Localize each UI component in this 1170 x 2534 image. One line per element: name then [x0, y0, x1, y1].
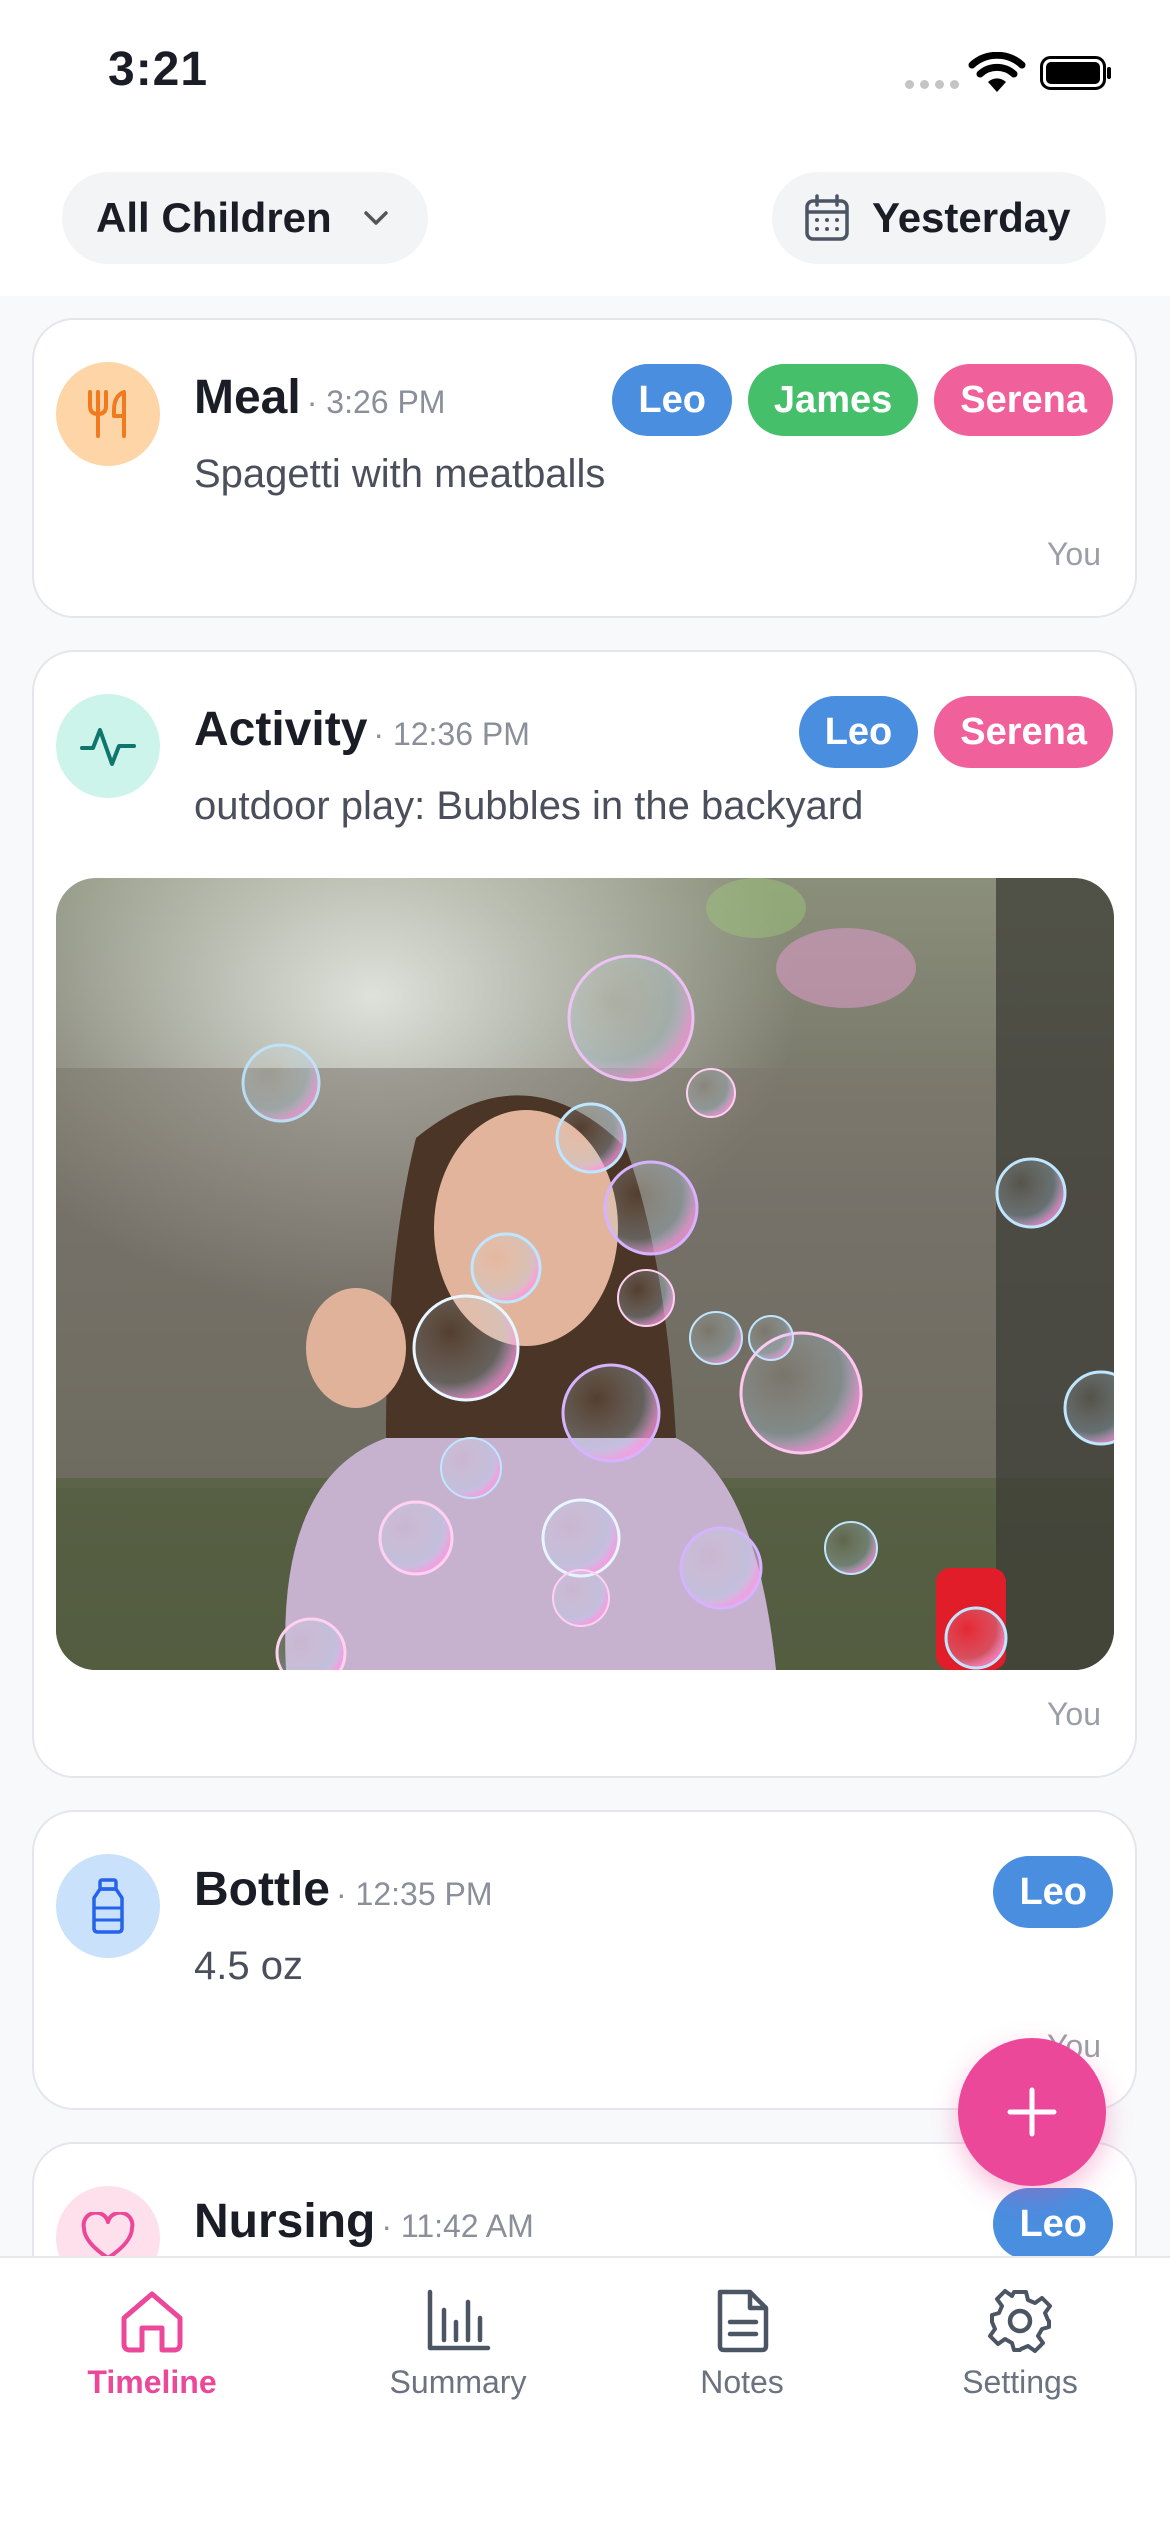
home-icon — [121, 2291, 183, 2353]
entry-time: · 11:42 AM — [381, 2208, 534, 2244]
activity-avatar — [56, 694, 160, 798]
tab-notes[interactable]: Notes — [622, 2288, 862, 2401]
meal-avatar — [56, 362, 160, 466]
child-tag-serena[interactable]: Serena — [934, 364, 1113, 436]
entry-description: Spagetti with meatballs — [194, 452, 606, 496]
activity-photo[interactable] — [56, 878, 1114, 1670]
tab-label: Timeline — [87, 2364, 217, 2400]
calendar-icon — [805, 194, 849, 241]
filter-bar: All Children Yesterday — [0, 150, 1170, 296]
chevron-down-icon — [364, 211, 388, 225]
entry-title: Meal · 3:26 PM — [194, 370, 445, 425]
bubbles-photo-image — [56, 878, 1114, 1670]
entry-description: outdoor play: Bubbles in the backyard — [194, 784, 864, 828]
timeline-entry-activity[interactable]: Activity · 12:36 PM outdoor play: Bubbles… — [32, 650, 1137, 1778]
tab-summary[interactable]: Summary — [338, 2288, 578, 2401]
document-icon — [717, 2289, 769, 2353]
tab-label: Notes — [700, 2364, 784, 2400]
add-entry-button[interactable] — [958, 2038, 1106, 2186]
entry-time: · 12:35 PM — [335, 1876, 493, 1912]
timeline-entry-meal[interactable]: Meal · 3:26 PM Spagetti with meatballs Le… — [32, 318, 1137, 618]
wifi-icon — [968, 52, 1026, 92]
signal-dots-icon — [905, 80, 959, 92]
children-filter-dropdown[interactable]: All Children — [62, 172, 428, 264]
entry-time: · 12:36 PM — [373, 716, 530, 752]
bar-chart-icon — [427, 2289, 491, 2351]
children-filter-label: All Children — [96, 194, 332, 241]
bottom-tab-bar: Timeline Summary Notes Settings — [0, 2256, 1170, 2534]
activity-pulse-icon — [80, 728, 136, 766]
battery-icon — [1040, 56, 1111, 90]
child-tag-leo[interactable]: Leo — [993, 1856, 1113, 1928]
child-tags: Leo — [993, 2188, 1113, 2260]
child-tags: Leo — [993, 1856, 1113, 1928]
tab-label: Summary — [389, 2364, 527, 2400]
child-tags: Leo Serena — [798, 696, 1113, 768]
status-bar: 3:21 — [0, 0, 1170, 150]
child-tag-james[interactable]: James — [747, 364, 919, 436]
fork-knife-icon — [88, 390, 126, 438]
entry-type: Meal — [194, 371, 301, 424]
timeline-entry-bottle[interactable]: Bottle · 12:35 PM 4.5 oz Leo You — [32, 1810, 1137, 2110]
plus-icon — [1007, 2087, 1057, 2137]
date-filter-button[interactable]: Yesterday — [772, 172, 1106, 264]
entry-type: Nursing — [194, 2195, 376, 2248]
entry-title: Nursing · 11:42 AM — [194, 2194, 534, 2249]
tab-label: Settings — [962, 2364, 1078, 2400]
status-time: 3:21 — [108, 43, 209, 96]
entry-title: Bottle · 12:35 PM — [194, 1862, 493, 1917]
child-tags: Leo James Serena — [612, 364, 1113, 436]
child-tag-leo[interactable]: Leo — [993, 2188, 1113, 2260]
logged-by: You — [1047, 536, 1101, 572]
child-tag-leo[interactable]: Leo — [798, 696, 919, 768]
entry-type: Activity — [194, 703, 368, 756]
gear-icon — [988, 2289, 1052, 2353]
tab-timeline[interactable]: Timeline — [32, 2288, 272, 2401]
child-tag-leo[interactable]: Leo — [612, 364, 732, 436]
entry-type: Bottle — [194, 1863, 330, 1916]
entry-title: Activity · 12:36 PM — [194, 702, 530, 757]
child-tag-serena[interactable]: Serena — [934, 696, 1113, 768]
bottle-icon — [92, 1878, 124, 1934]
logged-by: You — [1047, 1696, 1101, 1732]
date-filter-label: Yesterday — [872, 194, 1071, 241]
tab-settings[interactable]: Settings — [900, 2288, 1140, 2401]
entry-time: · 3:26 PM — [306, 384, 446, 420]
bottle-avatar — [56, 1854, 160, 1958]
entry-description: 4.5 oz — [194, 1944, 303, 1988]
